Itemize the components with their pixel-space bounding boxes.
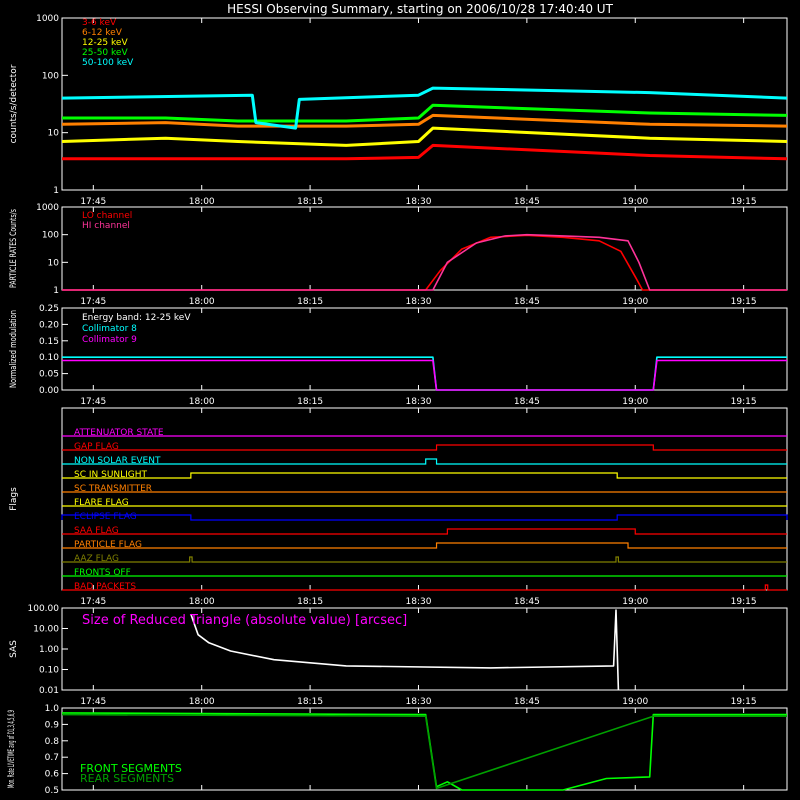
modulation-y-tick-label: 0.25 xyxy=(39,304,59,314)
sas-time-tick-label: 18:00 xyxy=(189,697,215,707)
particle-y-tick-label: 1 xyxy=(53,286,59,296)
particle-time-tick-label: 18:15 xyxy=(297,297,323,307)
sas-time-tick-label: 18:45 xyxy=(514,697,540,707)
counts-time-tick-label: 18:15 xyxy=(297,197,323,207)
flags-time-tick-label: 18:15 xyxy=(297,597,323,607)
counts-series-0 xyxy=(62,143,788,161)
sas-y-tick-label: 0.10 xyxy=(39,666,59,676)
particle-time-tick-label: 18:45 xyxy=(514,297,540,307)
counts-time-tick-label: 19:15 xyxy=(731,197,757,207)
livetime-y-tick-label: 0.8 xyxy=(45,737,60,747)
flag-trace-6 xyxy=(61,514,788,521)
counts-time-tick-label: 18:00 xyxy=(189,197,215,207)
livetime-y-tick-label: 0.7 xyxy=(45,753,59,763)
particle-time-tick-label: 19:15 xyxy=(731,297,757,307)
particle-legend-0: LO channel xyxy=(82,211,132,221)
counts-y-tick-label: 1000 xyxy=(36,14,59,24)
livetime-legend-1: REAR SEGMENTS xyxy=(80,772,174,785)
sas-time-tick-label: 18:30 xyxy=(406,697,432,707)
sas-time-tick-label: 18:15 xyxy=(297,697,323,707)
modulation-y-tick-label: 0.00 xyxy=(39,386,59,396)
flags-time-tick-label: 18:45 xyxy=(514,597,540,607)
counts-time-tick-label: 18:45 xyxy=(514,197,540,207)
sas-time-tick-label: 19:15 xyxy=(731,697,757,707)
counts-frame xyxy=(61,17,788,191)
modulation-y-label: Normalized modulation xyxy=(9,310,19,388)
flag-label-6: ECLIPSE FLAG xyxy=(74,512,137,522)
counts-legend-0: 3-6 keV xyxy=(82,18,117,28)
flag-trace-7 xyxy=(62,528,787,535)
modulation-time-tick-label: 18:00 xyxy=(189,397,215,407)
figure-title: HESSI Observing Summary, starting on 200… xyxy=(227,2,613,16)
counts-legend-1: 6-12 keV xyxy=(82,28,123,38)
particle-time-tick-label: 18:00 xyxy=(189,297,215,307)
counts-series-2 xyxy=(61,126,788,147)
modulation-y-tick-label: 0.05 xyxy=(39,370,59,380)
counts-y-label: counts/s/detector xyxy=(9,64,19,143)
particle-time-tick-label: 17:45 xyxy=(80,297,106,307)
modulation-legend-0: Collimator 8 xyxy=(82,324,137,334)
modulation-time-tick-label: 17:45 xyxy=(80,397,106,407)
counts-legend-4: 50-100 keV xyxy=(82,58,134,68)
livetime-y-label: Mon. Rate LIVETIME avg of D1,3,4,5,6,9 xyxy=(7,710,17,788)
counts-time-tick-label: 17:45 xyxy=(80,197,106,207)
particle-legend-1: HI channel xyxy=(82,221,130,231)
counts-time-tick-label: 18:30 xyxy=(406,197,432,207)
flags-time-tick-label: 19:15 xyxy=(731,597,757,607)
livetime-y-tick-label: 0.5 xyxy=(45,786,59,796)
modulation-time-tick-label: 18:30 xyxy=(406,397,432,407)
particle-y-label: PARTICLE RATES Counts/s xyxy=(9,209,19,288)
counts-time-tick-label: 19:00 xyxy=(622,197,648,207)
sas-time-tick-label: 19:00 xyxy=(622,697,648,707)
particle-y-tick-label: 1000 xyxy=(36,203,59,213)
flag-trace-9 xyxy=(62,556,787,563)
particle-y-tick-label: 10 xyxy=(48,258,60,268)
sas-y-tick-label: 100.00 xyxy=(28,604,60,614)
modulation-legend-1: Collimator 9 xyxy=(82,335,137,345)
modulation-y-tick-label: 0.10 xyxy=(39,353,59,363)
hessi-summary-figure: HESSI Observing Summary, starting on 200… xyxy=(7,2,788,796)
flags-time-tick-label: 17:45 xyxy=(80,597,106,607)
counts-y-tick-label: 1 xyxy=(53,186,59,196)
livetime-y-tick-label: 0.9 xyxy=(45,720,60,730)
flags-y-label: Flags xyxy=(9,487,19,511)
modulation-time-tick-label: 19:00 xyxy=(622,397,648,407)
particle-y-tick-label: 100 xyxy=(42,231,59,241)
livetime-y-tick-label: 1.0 xyxy=(45,704,60,714)
modulation-annotation: Energy band: 12-25 keV xyxy=(82,313,191,323)
particle-time-tick-label: 18:30 xyxy=(406,297,432,307)
modulation-time-tick-label: 18:15 xyxy=(297,397,323,407)
particle-series-1 xyxy=(62,233,787,291)
modulation-time-tick-label: 18:45 xyxy=(514,397,540,407)
flag-trace-2 xyxy=(62,458,787,465)
flags-time-tick-label: 18:00 xyxy=(189,597,215,607)
modulation-y-tick-label: 0.20 xyxy=(39,320,59,330)
counts-y-tick-label: 100 xyxy=(42,71,59,81)
flags-frame xyxy=(61,407,788,591)
flag-trace-1 xyxy=(62,444,787,451)
sas-annotation: Size of Reduced Triangle (absolute value… xyxy=(82,613,407,628)
counts-y-tick-label: 10 xyxy=(48,129,60,139)
flags-time-tick-label: 18:30 xyxy=(406,597,432,607)
sas-time-tick-label: 17:45 xyxy=(80,697,106,707)
sas-y-tick-label: 0.01 xyxy=(39,686,59,696)
modulation-series-1 xyxy=(62,359,787,391)
sas-y-label: SAS xyxy=(9,640,19,658)
modulation-y-tick-label: 0.15 xyxy=(39,337,59,347)
flag-trace-8 xyxy=(62,542,787,549)
counts-legend-3: 25-50 keV xyxy=(82,48,128,58)
counts-series-3 xyxy=(62,103,788,123)
modulation-time-tick-label: 19:15 xyxy=(731,397,757,407)
particle-series-0 xyxy=(62,234,787,291)
particle-frame xyxy=(61,206,788,291)
modulation-series-0 xyxy=(62,356,787,391)
particle-time-tick-label: 19:00 xyxy=(622,297,648,307)
flag-trace-3 xyxy=(62,472,787,479)
livetime-y-tick-label: 0.6 xyxy=(45,770,60,780)
sas-y-tick-label: 1.00 xyxy=(39,645,59,655)
sas-y-tick-label: 10.00 xyxy=(33,625,59,635)
flags-time-tick-label: 19:00 xyxy=(622,597,648,607)
flag-trace-11 xyxy=(62,584,787,591)
counts-legend-2: 12-25 keV xyxy=(82,38,128,48)
